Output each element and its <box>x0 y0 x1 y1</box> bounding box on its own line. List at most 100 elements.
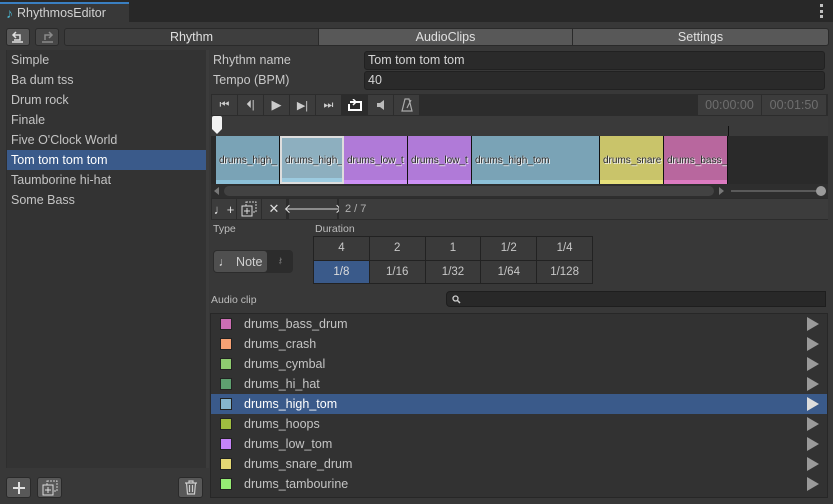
audio-clip-item[interactable]: drums_tambourine <box>211 474 827 494</box>
play-preview-icon[interactable] <box>807 357 819 371</box>
clip-label: drums_bass_ <box>667 154 728 166</box>
audio-clip-item[interactable]: drums_low_tom <box>211 434 827 454</box>
delete-rhythm-button[interactable] <box>178 477 203 498</box>
clip-name: drums_bass_drum <box>244 317 348 331</box>
audio-clip-item[interactable]: drums_hi_hat <box>211 374 827 394</box>
list-scrollbar[interactable] <box>206 50 209 468</box>
note-type-button[interactable]: ♩ Note <box>214 251 267 272</box>
duration-option[interactable]: 1 <box>425 237 481 260</box>
quarter-note-icon: ♩ <box>218 254 232 269</box>
timeline-clip-selected[interactable]: drums_high_ <box>280 136 344 184</box>
skip-to-start-icon: ⏮ <box>219 98 230 111</box>
plus-icon <box>12 481 25 494</box>
scroll-right-icon[interactable] <box>719 187 724 195</box>
audio-clip-item[interactable]: drums_crash <box>211 334 827 354</box>
kebab-menu-icon[interactable] <box>820 4 823 18</box>
rhythm-list-item[interactable]: Ba dum tss <box>7 70 207 90</box>
timeline-track[interactable]: drums_high_ drums_high_ drums_low_t drums_l… <box>211 136 828 184</box>
delete-note-button[interactable]: ✕ <box>262 199 286 219</box>
clip-label: drums_low_t <box>347 154 404 166</box>
rhythm-list-item[interactable]: Simple <box>7 50 207 70</box>
duration-option[interactable]: 1/2 <box>481 237 537 260</box>
timeline-end-marker <box>728 126 729 136</box>
skip-to-end-icon: ⏭ <box>323 98 334 111</box>
duration-option[interactable]: 1/16 <box>369 260 425 283</box>
audio-clip-item[interactable]: drums_hoops <box>211 414 827 434</box>
duration-option[interactable]: 1/128 <box>537 260 592 283</box>
play-preview-icon[interactable] <box>807 417 819 431</box>
clip-label: drums_high_ <box>219 154 277 166</box>
timeline-clip[interactable]: drums_bass_ <box>664 136 728 184</box>
duration-option[interactable]: 4 <box>314 237 369 260</box>
timeline-clip[interactable]: drums_high_tom <box>472 136 600 184</box>
zoom-slider[interactable] <box>731 186 827 196</box>
play-button[interactable]: ▶ <box>264 95 289 115</box>
scroll-left-icon[interactable] <box>214 187 219 195</box>
timeline-clip[interactable]: drums_snare <box>600 136 664 184</box>
undo-icon <box>11 31 23 43</box>
clip-color-swatch <box>220 338 232 350</box>
add-note-button[interactable]: ♩+ <box>212 199 236 219</box>
duration-option[interactable]: 1/64 <box>481 260 537 283</box>
tempo-input[interactable]: 40 <box>364 71 825 90</box>
timeline-ruler[interactable] <box>211 116 828 136</box>
clip-label: drums_low_t <box>411 154 468 166</box>
rhythm-list-item-selected[interactable]: Tom tom tom tom <box>7 150 207 170</box>
music-note-icon: ♪ <box>6 5 13 21</box>
previous-button[interactable]: ⏴| <box>238 95 263 115</box>
audio-clip-search-input[interactable] <box>446 291 826 307</box>
play-preview-icon[interactable] <box>807 437 819 451</box>
rhythm-list-item[interactable]: Drum rock <box>7 90 207 110</box>
metronome-toggle[interactable] <box>394 95 419 115</box>
play-preview-icon[interactable] <box>807 377 819 391</box>
duplicate-note-button[interactable] <box>237 199 261 219</box>
window-tab[interactable]: ♪ RhythmosEditor <box>0 2 129 22</box>
play-preview-icon[interactable] <box>807 317 819 331</box>
mute-toggle[interactable] <box>368 95 393 115</box>
tab-audioclips[interactable]: AudioClips <box>318 28 573 46</box>
zoom-slider-thumb[interactable] <box>816 186 827 196</box>
rhythm-list-item[interactable]: Some Bass <box>7 190 207 210</box>
timeline-clip[interactable]: drums_high_ <box>216 136 280 184</box>
move-right-button[interactable]: 🡒 <box>308 199 342 219</box>
play-preview-icon[interactable] <box>807 457 819 471</box>
duplicate-rhythm-button[interactable] <box>37 477 62 498</box>
rhythm-list-item[interactable]: Taumborine hi-hat <box>7 170 207 190</box>
add-note-icon: ♩+ <box>213 201 235 217</box>
title-bar: ♪ RhythmosEditor <box>0 0 833 22</box>
timeline-clip[interactable]: drums_low_t <box>344 136 408 184</box>
rest-type-button[interactable]: 𝄽 <box>269 251 292 272</box>
clip-color-swatch <box>220 478 232 490</box>
skip-to-end-button[interactable]: ⏭ <box>316 95 341 115</box>
skip-to-start-button[interactable]: ⏮ <box>212 95 237 115</box>
undo-button[interactable] <box>6 28 30 46</box>
play-preview-icon[interactable] <box>807 337 819 351</box>
duration-option[interactable]: 2 <box>369 237 425 260</box>
transport-bar: ⏮ ⏴| ▶ ▶| ⏭ 00:00:00 00:01:50 <box>211 94 828 116</box>
next-button[interactable]: ▶| <box>290 95 315 115</box>
playhead-handle[interactable] <box>211 116 223 136</box>
scrollbar-thumb[interactable] <box>224 186 714 196</box>
duration-option-selected[interactable]: 1/8 <box>314 260 369 283</box>
timeline-clip[interactable]: drums_low_t <box>408 136 472 184</box>
play-preview-icon[interactable] <box>807 477 819 491</box>
audio-clip-item[interactable]: drums_bass_drum <box>211 314 827 334</box>
duration-option[interactable]: 1/32 <box>425 260 481 283</box>
tab-settings[interactable]: Settings <box>572 28 829 46</box>
tab-rhythm[interactable]: Rhythm <box>64 28 319 46</box>
audio-clip-item-selected[interactable]: drums_high_tom <box>211 394 827 414</box>
add-rhythm-button[interactable] <box>6 477 31 498</box>
total-time: 00:01:50 <box>762 95 826 115</box>
redo-button[interactable] <box>35 28 59 46</box>
arrow-right-icon: 🡒 <box>307 201 343 216</box>
duration-option[interactable]: 1/4 <box>537 237 592 260</box>
loop-toggle[interactable] <box>342 95 367 115</box>
rhythm-list-item[interactable]: Five O'Clock World <box>7 130 207 150</box>
rest-icon: 𝄽 <box>278 254 283 268</box>
audio-clip-item[interactable]: drums_cymbal <box>211 354 827 374</box>
rhythm-list-item[interactable]: Finale <box>7 110 207 130</box>
play-preview-icon[interactable] <box>807 397 819 411</box>
timeline-scrollbar[interactable] <box>211 184 828 198</box>
audio-clip-item[interactable]: drums_snare_drum <box>211 454 827 474</box>
rhythm-name-input[interactable]: Tom tom tom tom <box>364 51 825 70</box>
